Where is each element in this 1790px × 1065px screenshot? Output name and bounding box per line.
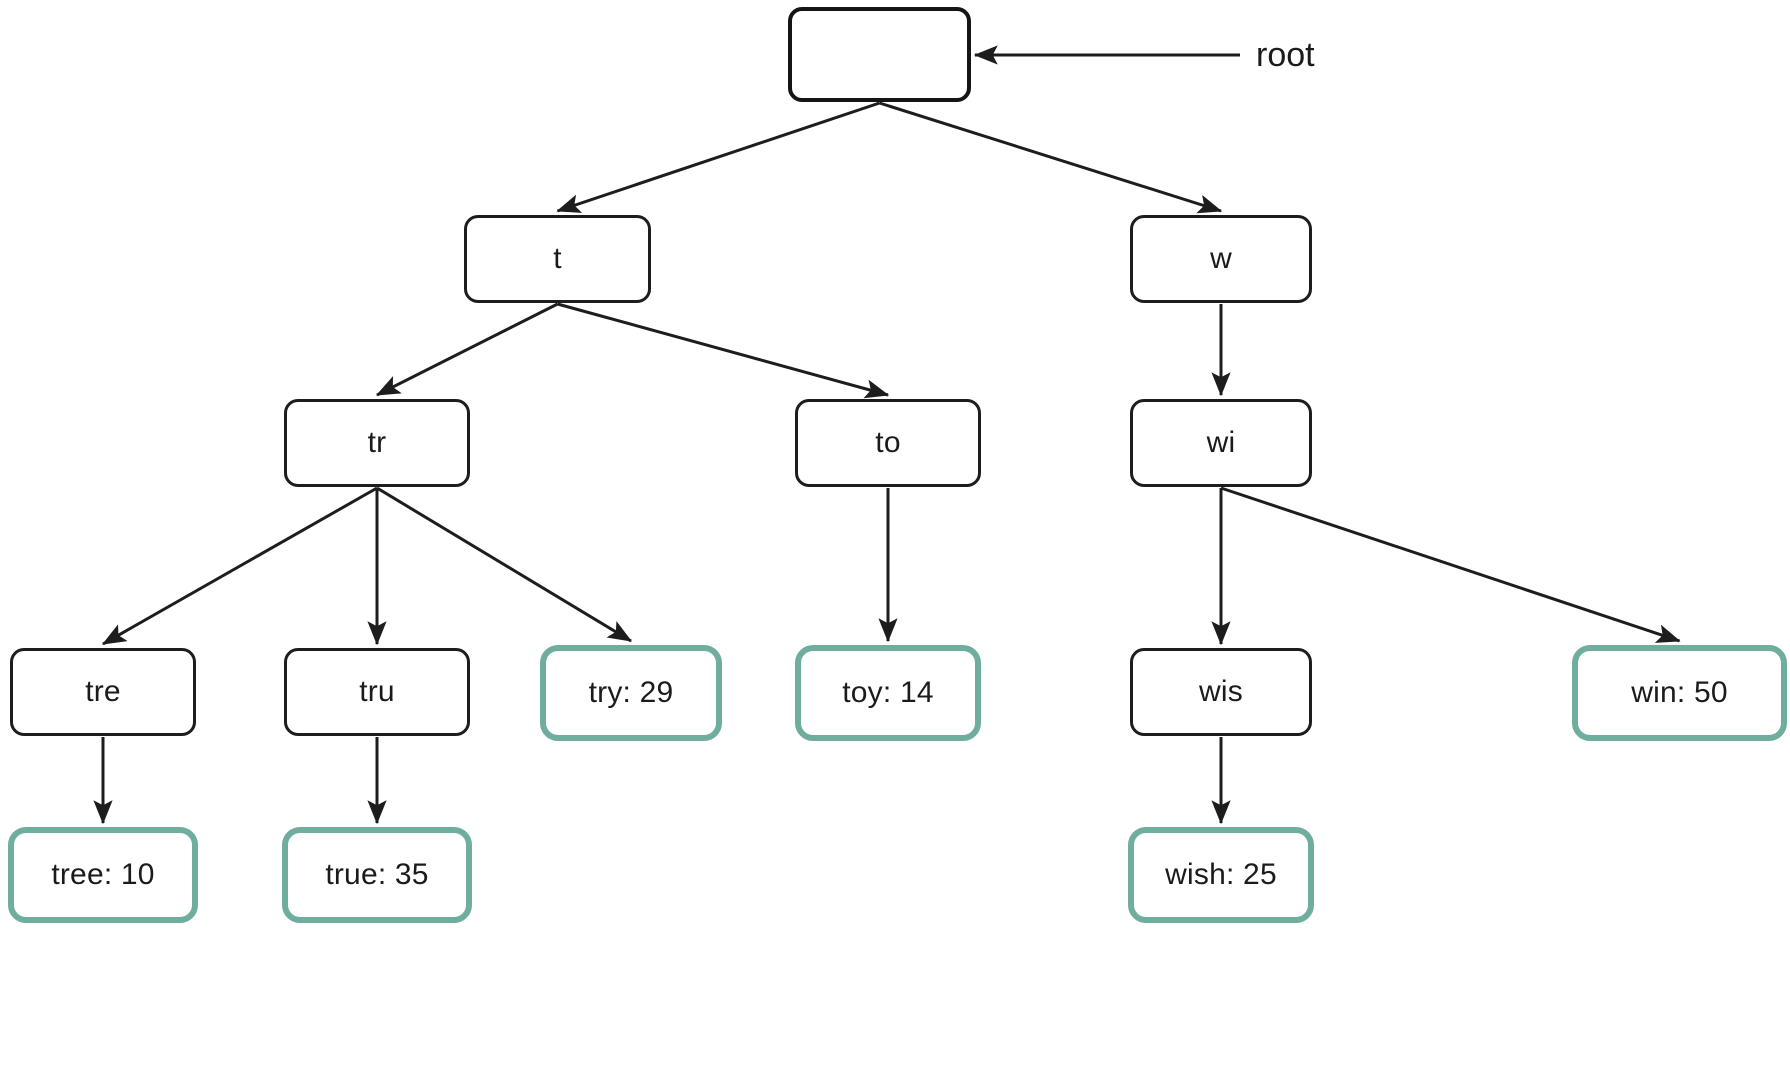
trie-node-wi: wi	[1130, 399, 1312, 487]
edge-tr-to-try	[376, 486, 633, 643]
edge-layer	[93, 45, 1681, 825]
trie-node-root	[788, 7, 971, 102]
trie-node-label: wis	[1199, 675, 1243, 708]
trie-node-label: try: 29	[588, 676, 674, 709]
edge-t-to-tr	[375, 302, 559, 397]
trie-node-wish: wish: 25	[1128, 827, 1314, 923]
trie-node-toy: toy: 14	[795, 645, 981, 741]
edge-wi-to-win	[1220, 486, 1681, 643]
edge-t-to-to	[557, 302, 890, 399]
trie-node-w: w	[1130, 215, 1312, 303]
trie-node-label: wish: 25	[1165, 858, 1277, 891]
trie-node-label: win: 50	[1631, 676, 1728, 709]
trie-node-label: tre	[85, 675, 121, 708]
trie-node-label: tree: 10	[51, 858, 155, 891]
trie-diagram-canvas: t w tr to wi tre tru try: 29 toy: 14 wis win: 50 tr…	[0, 0, 1790, 1065]
trie-node-true: true: 35	[282, 827, 472, 923]
annotation-root-label: root	[1256, 36, 1315, 74]
edge-tr-to-tre	[101, 486, 378, 646]
trie-node-wis: wis	[1130, 648, 1312, 736]
trie-node-t: t	[464, 215, 651, 303]
trie-node-to: to	[795, 399, 981, 487]
trie-node-label: t	[553, 242, 562, 275]
trie-node-label: w	[1210, 242, 1232, 275]
trie-node-label: toy: 14	[842, 676, 934, 709]
trie-node-label: to	[875, 426, 901, 459]
trie-node-tr: tr	[284, 399, 470, 487]
trie-node-win: win: 50	[1572, 645, 1787, 741]
edge-root-to-w	[879, 101, 1223, 214]
edge-root-to-t	[556, 101, 880, 213]
trie-node-label: wi	[1206, 426, 1236, 459]
trie-node-try: try: 29	[540, 645, 722, 741]
trie-node-label: tr	[367, 426, 387, 459]
trie-node-tru: tru	[284, 648, 470, 736]
trie-node-label: true: 35	[325, 858, 429, 891]
trie-node-label: tru	[359, 675, 395, 708]
trie-node-tre: tre	[10, 648, 196, 736]
trie-node-tree: tree: 10	[8, 827, 198, 923]
